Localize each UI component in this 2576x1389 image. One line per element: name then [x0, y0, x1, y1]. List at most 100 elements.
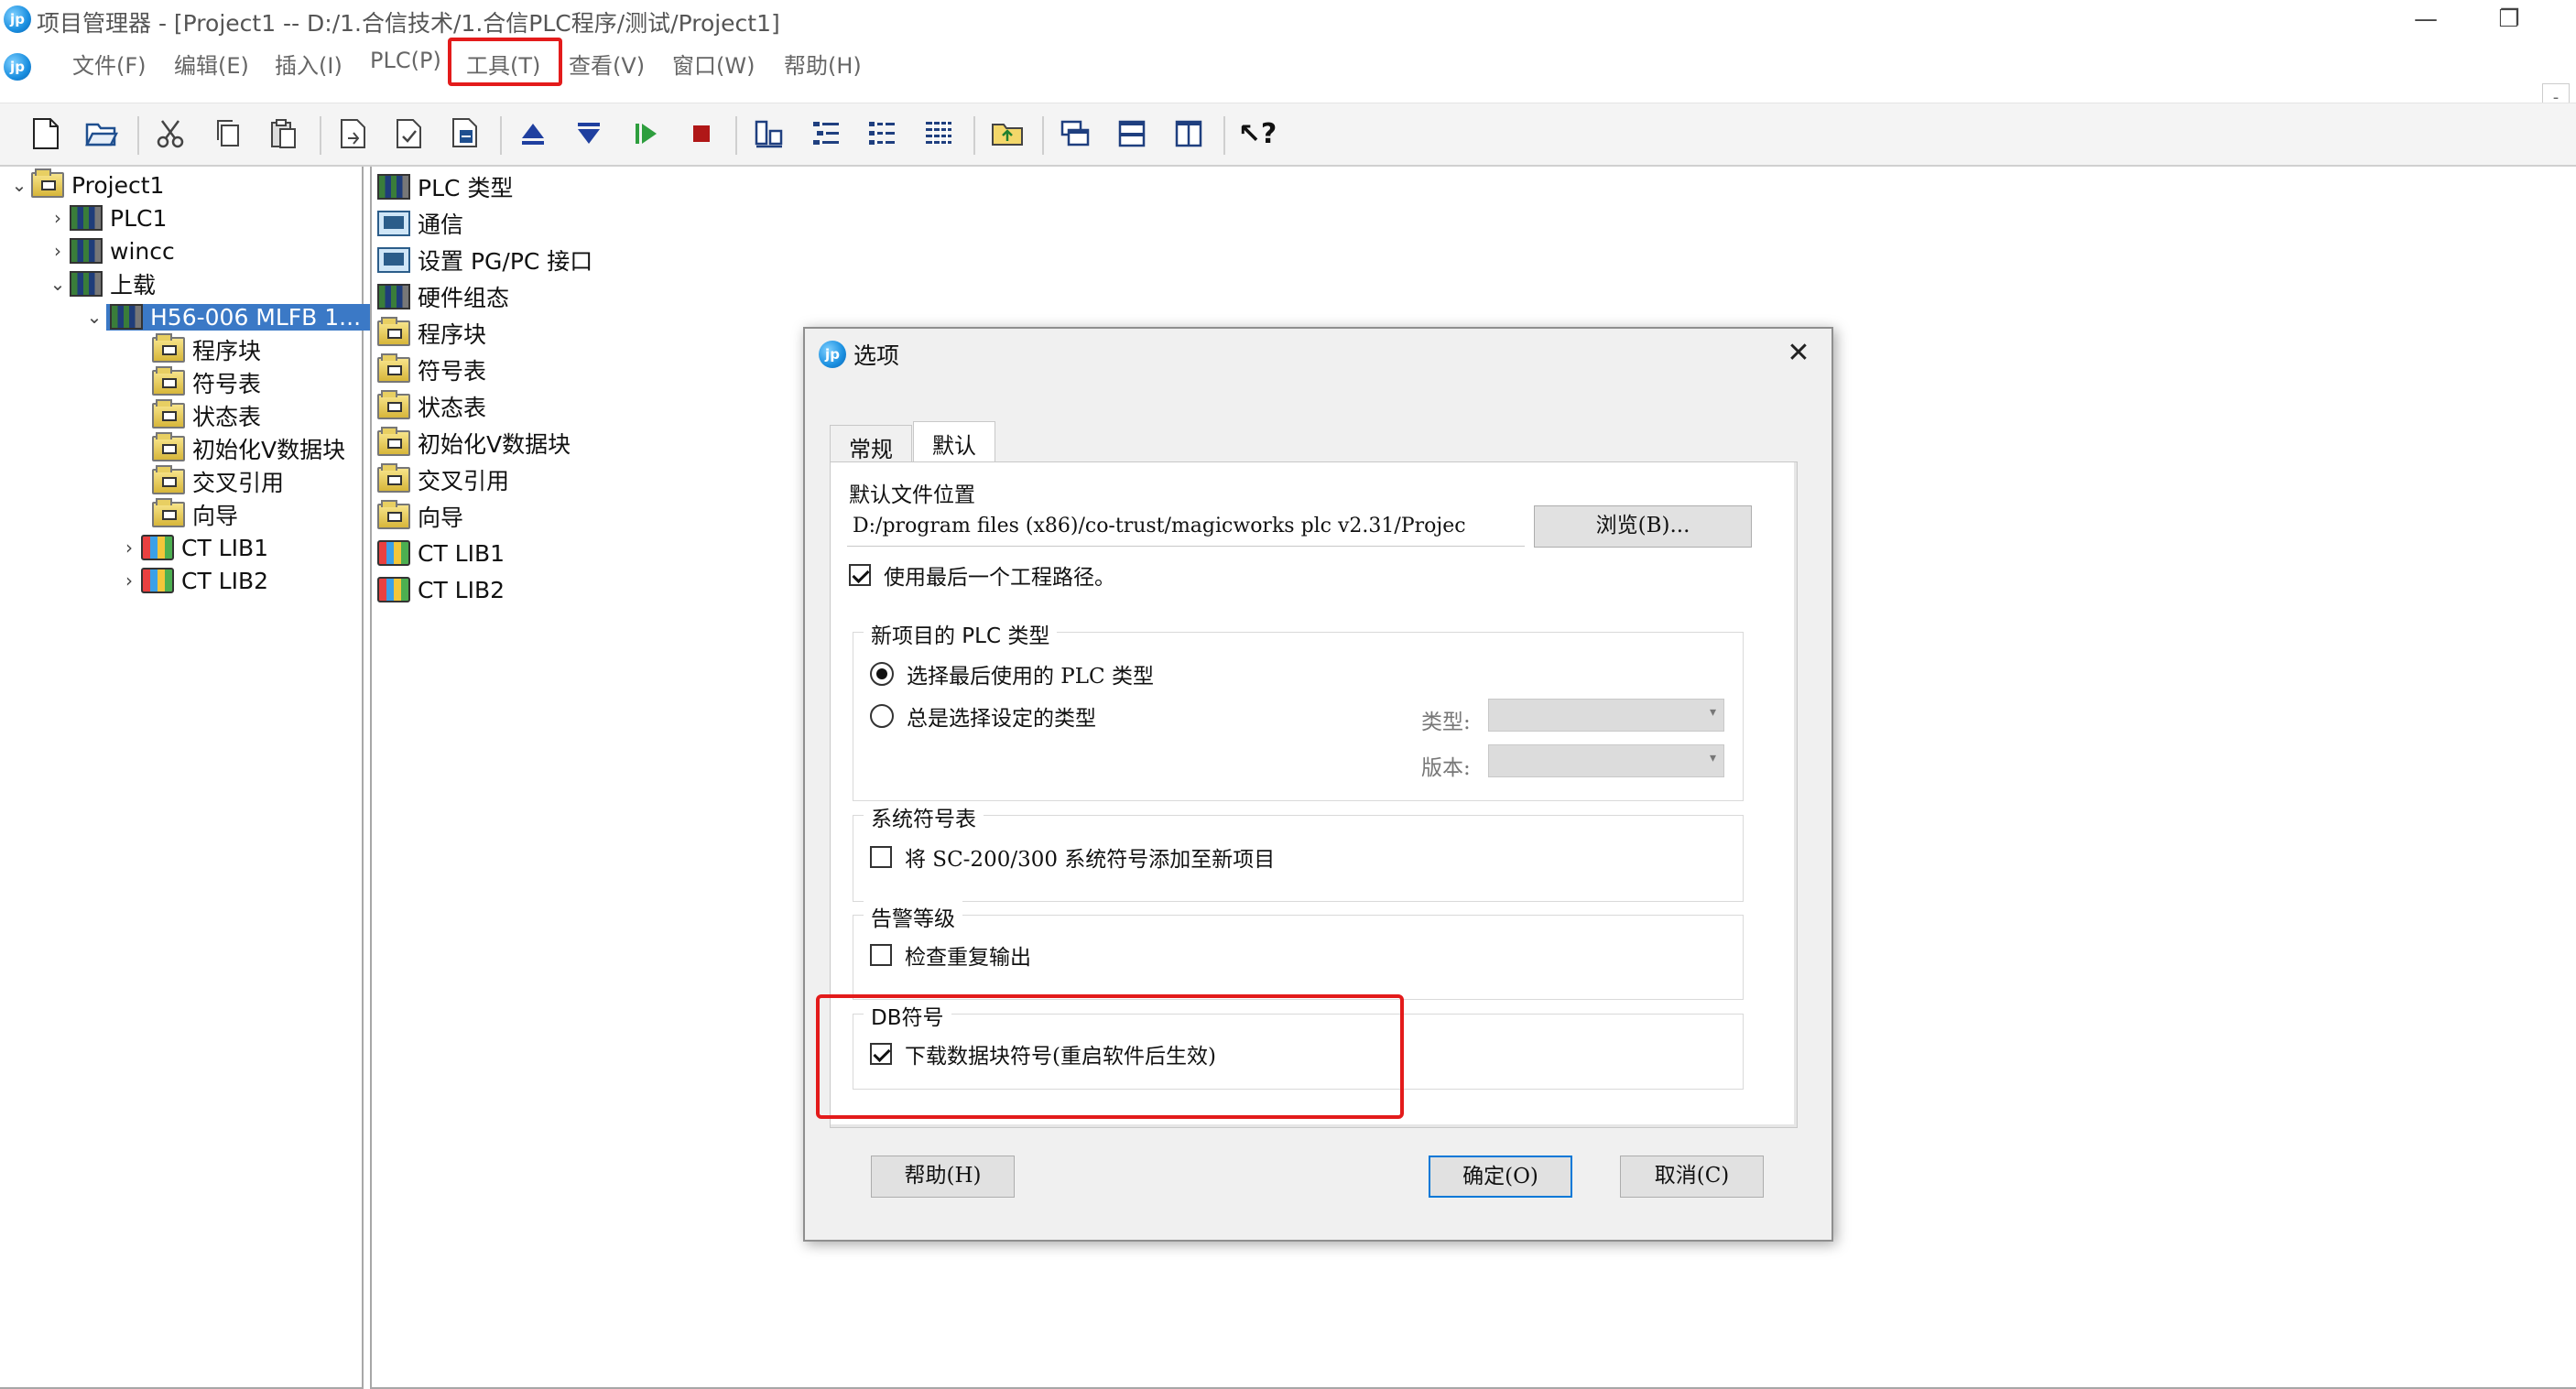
tree-item-cross-reference[interactable]: 交叉引用 — [152, 465, 284, 498]
tab-default[interactable]: 默认 — [913, 421, 995, 462]
chevron-right-icon[interactable]: › — [117, 570, 141, 591]
cross-reference-icon — [152, 465, 185, 494]
compile-icon[interactable] — [445, 113, 487, 155]
window-horizontal-icon[interactable] — [1111, 113, 1153, 155]
option-last-plc-radio[interactable] — [870, 662, 894, 686]
menu-file[interactable]: 文件(F) — [72, 48, 147, 80]
tree-item-plc1[interactable]: › PLC1 — [46, 201, 167, 234]
stop-icon[interactable] — [680, 113, 723, 155]
list-item-label: CT LIB1 — [418, 539, 505, 567]
menu-view[interactable]: 查看(V) — [569, 48, 645, 80]
tree-item-wincc[interactable]: › wincc — [46, 234, 175, 267]
tab-general[interactable]: 常规 — [830, 425, 912, 462]
status-table-icon — [377, 390, 410, 419]
copy-icon[interactable] — [207, 113, 249, 155]
new-file-icon[interactable] — [25, 113, 67, 155]
tree-item-wizard[interactable]: 向导 — [152, 498, 238, 531]
list-item-ct-lib1[interactable]: CT LIB1 — [377, 537, 505, 570]
tree-item-symbol-table[interactable]: 符号表 — [152, 366, 261, 399]
menu-help[interactable]: 帮助(H) — [784, 48, 862, 80]
tree-item-label: 程序块 — [192, 338, 262, 364]
module-icon[interactable] — [748, 113, 790, 155]
cancel-button[interactable]: 取消(C) — [1620, 1156, 1764, 1198]
export-icon[interactable] — [332, 113, 375, 155]
tools-menu-highlight — [448, 38, 562, 86]
list-item-wizard[interactable]: 向导 — [377, 500, 463, 533]
window-cascade-icon[interactable] — [1054, 113, 1096, 155]
list-item-communication[interactable]: 通信 — [377, 207, 463, 240]
open-folder-icon[interactable] — [81, 113, 123, 155]
toolbar-separator — [137, 116, 139, 155]
grid-icon[interactable] — [918, 113, 960, 155]
list-icon[interactable] — [805, 113, 847, 155]
menu-plc[interactable]: PLC(P) — [370, 48, 441, 73]
browse-button[interactable]: 浏览(B)... — [1534, 505, 1752, 548]
window-vertical-icon[interactable] — [1168, 113, 1210, 155]
tree-item-status-table[interactable]: 状态表 — [152, 399, 261, 432]
list-item-hardware-config[interactable]: 硬件组态 — [377, 280, 509, 313]
menu-edit[interactable]: 编辑(E) — [174, 48, 249, 80]
check-duplicate-output-row[interactable]: 检查重复输出 — [870, 939, 1031, 971]
app-menu-icon[interactable]: jp — [4, 53, 31, 81]
minimize-button[interactable]: — — [2398, 2, 2453, 38]
add-system-symbol-checkbox[interactable] — [870, 846, 892, 868]
status-table-icon — [152, 399, 185, 429]
restore-button[interactable]: ❐ — [2482, 2, 2537, 38]
chevron-right-icon[interactable]: › — [46, 240, 70, 262]
list-item-ct-lib2[interactable]: CT LIB2 — [377, 573, 505, 606]
tree-item-selected[interactable]: H56-006 MLFB 1... — [106, 303, 371, 331]
chevron-down-icon[interactable]: ⌄ — [7, 174, 31, 196]
wizard-icon — [152, 498, 185, 527]
menu-insert[interactable]: 插入(I) — [275, 48, 342, 80]
check-duplicate-output-checkbox[interactable] — [870, 944, 892, 966]
system-symbol-group: 将 SC-200/300 系统符号添加至新项目 — [853, 815, 1744, 902]
use-last-path-row[interactable]: 使用最后一个工程路径。 — [849, 559, 1115, 591]
tree-item-ct-lib1[interactable]: › CT LIB1 — [117, 531, 268, 564]
tree-item-root[interactable]: ⌄ Project1 — [7, 168, 164, 201]
tree-item-h56[interactable]: ⌄ H56-006 MLFB 1... — [82, 300, 371, 333]
list-item-status-table[interactable]: 状态表 — [377, 390, 486, 423]
tree-item-init-v-data[interactable]: 初始化V数据块 — [152, 432, 345, 465]
tree-item-label: CT LIB2 — [181, 567, 269, 594]
cut-icon[interactable] — [149, 113, 191, 155]
upload-icon[interactable] — [512, 113, 554, 155]
help-button[interactable]: 帮助(H) — [871, 1156, 1015, 1198]
folder-up-icon[interactable] — [986, 113, 1028, 155]
communication-icon — [377, 211, 410, 236]
type-label: 类型: — [1421, 711, 1471, 734]
ok-button[interactable]: 确定(O) — [1429, 1156, 1572, 1198]
wizard-icon — [377, 500, 410, 529]
plc-type-icon — [377, 174, 410, 200]
tree-item-ct-lib2[interactable]: › CT LIB2 — [117, 564, 268, 597]
default-path-input[interactable]: D:/program files (x86)/co-trust/magicwor… — [847, 506, 1525, 547]
chevron-down-icon[interactable]: ⌄ — [46, 273, 70, 295]
detail-icon[interactable] — [861, 113, 903, 155]
toolbar-separator — [1223, 116, 1225, 155]
list-item-init-v-data[interactable]: 初始化V数据块 — [377, 427, 571, 460]
list-item-pgpc-interface[interactable]: 设置 PG/PC 接口 — [377, 244, 592, 277]
list-item-plc-type[interactable]: PLC 类型 — [377, 170, 513, 203]
menu-window[interactable]: 窗口(W) — [672, 48, 755, 80]
download-icon[interactable] — [568, 113, 610, 155]
list-item-label: 硬件组态 — [418, 285, 510, 311]
chevron-down-icon[interactable]: ⌄ — [82, 306, 106, 328]
chevron-right-icon[interactable]: › — [46, 207, 70, 229]
option-last-plc-row[interactable]: 选择最后使用的 PLC 类型 — [870, 658, 1154, 689]
paste-icon[interactable] — [263, 113, 305, 155]
run-icon[interactable] — [625, 113, 667, 155]
list-item-cross-reference[interactable]: 交叉引用 — [377, 463, 509, 496]
close-icon[interactable]: ✕ — [1782, 338, 1815, 371]
library-icon — [377, 577, 410, 602]
use-last-path-checkbox[interactable] — [849, 564, 871, 586]
list-item-symbol-table[interactable]: 符号表 — [377, 353, 486, 386]
menu-bar: jp 文件(F) 编辑(E) 插入(I) PLC(P) 工具(T) 查看(V) … — [0, 40, 2576, 114]
option-set-plc-row[interactable]: 总是选择设定的类型 — [870, 700, 1096, 732]
context-help-icon[interactable]: ↖? — [1236, 113, 1278, 155]
tree-item-upload[interactable]: ⌄ 上载 — [46, 267, 156, 300]
tree-item-program-block[interactable]: 程序块 — [152, 333, 261, 366]
option-set-plc-radio[interactable] — [870, 704, 894, 728]
check-icon[interactable] — [388, 113, 430, 155]
chevron-right-icon[interactable]: › — [117, 537, 141, 559]
add-system-symbol-row[interactable]: 将 SC-200/300 系统符号添加至新项目 — [870, 841, 1275, 873]
list-item-program-block[interactable]: 程序块 — [377, 317, 486, 350]
